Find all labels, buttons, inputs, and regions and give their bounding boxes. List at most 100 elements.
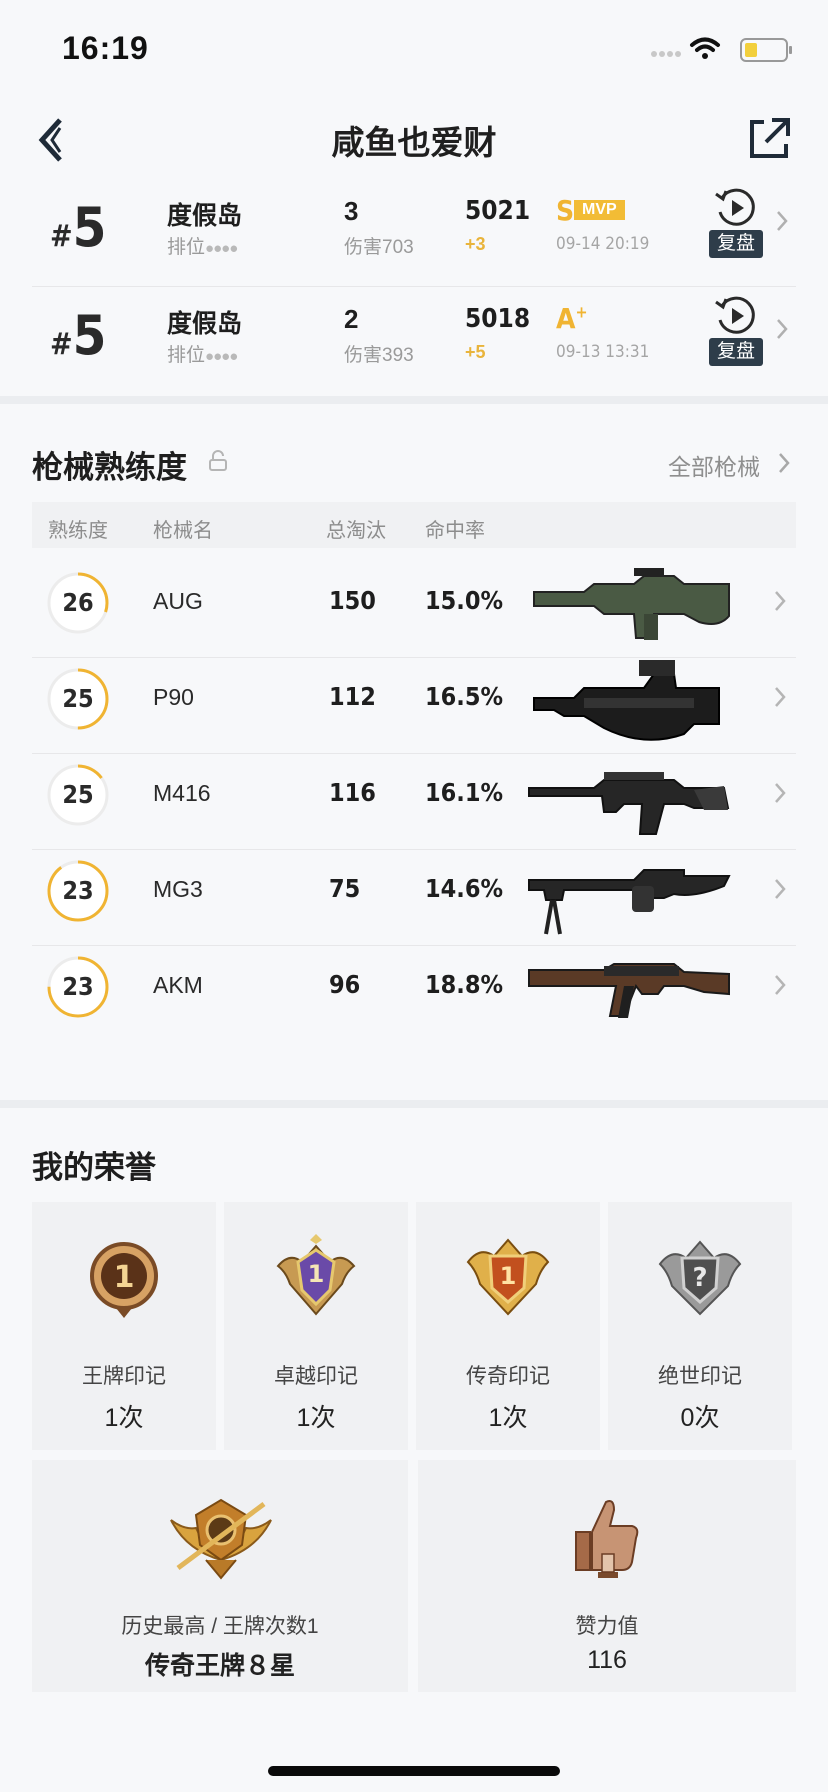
match-row[interactable]: #5 度假岛 排位●●●● 2 伤害393 5018 +5 A+ 09-13 1… [32,284,796,392]
honor-badge-card[interactable]: 1 王牌印记 1次 [32,1202,216,1450]
likes-value: 116 [587,1646,627,1674]
chevron-right-icon[interactable] [772,588,788,614]
weapon-name: P90 [153,684,194,710]
svg-text:1: 1 [114,1260,135,1295]
team-icon: ●●●● [205,240,238,257]
honor-badge-card[interactable]: 1 卓越印记 1次 [224,1202,408,1450]
akm-rifle-icon [528,963,730,1018]
replay-label: 复盘 [709,338,763,366]
match-map: 度假岛 [167,310,243,338]
honor-badge-count: 1次 [296,1404,336,1432]
honor-badge-name: 王牌印记 [82,1365,166,1388]
lock-icon [209,450,227,471]
chevron-right-icon[interactable] [772,780,788,806]
status-icons [651,37,792,62]
weapon-row[interactable]: 25 P90 112 16.5% [32,644,796,754]
proficiency-level: 25 [62,780,94,809]
legendary-ace-emblem-icon [170,1498,272,1580]
replay-button[interactable]: 复盘 [706,184,766,260]
weapon-row[interactable]: 25 M416 116 16.1% [32,740,796,850]
mg3-machine-gun-icon [528,869,731,935]
honor-badge-name: 绝世印记 [658,1365,742,1388]
mvp-badge: MVP [574,200,625,220]
wifi-icon [690,37,720,59]
highest-rank-label: 历史最高 / 王牌次数1 [121,1615,319,1638]
match-mode: 排位●●●● [167,237,238,258]
chevron-right-icon[interactable] [772,972,788,998]
excellence-badge-icon: 1 [276,1234,356,1316]
svg-text:1: 1 [308,1260,325,1288]
weapon-accuracy: 16.5% [425,682,504,711]
row-divider [32,286,796,287]
highest-rank-card[interactable]: 历史最高 / 王牌次数1 传奇王牌８星 [32,1460,408,1692]
weapons-table-header: 熟练度 枪械名 总淘汰 命中率 [32,502,796,548]
weapon-accuracy: 15.0% [425,586,504,615]
honor-badge-count: 1次 [104,1404,144,1432]
weapon-kills: 112 [329,682,376,711]
p90-smg-icon [533,660,720,741]
replay-icon [715,188,755,226]
svg-text:1: 1 [500,1262,517,1290]
page-title: 咸鱼也爱财 [331,124,497,161]
proficiency-level: 23 [62,972,94,1001]
ace-medal-icon: 1 [90,1242,158,1318]
honors-section-title: 我的荣誉 [32,1150,156,1185]
match-kills: 2 [344,304,359,334]
chevron-right-icon[interactable] [772,206,792,236]
honor-badge-card[interactable]: ? 绝世印记 0次 [608,1202,792,1450]
chevron-right-icon[interactable] [776,450,792,476]
weapon-accuracy: 18.8% [425,970,504,999]
legend-badge-icon: 1 [466,1238,550,1316]
battery-icon [740,38,792,62]
likes-label: 赞力值 [575,1615,639,1638]
team-icon: ●●●● [205,348,238,365]
weapon-kills: 116 [329,778,376,807]
weapon-accuracy: 14.6% [425,874,504,903]
chevron-right-icon[interactable] [772,684,788,710]
header-weapon-name: 枪械名 [153,520,213,542]
proficiency-level: 26 [62,588,94,617]
honor-badge-card[interactable]: 1 传奇印记 1次 [416,1202,600,1450]
replay-button[interactable]: 复盘 [706,292,766,368]
match-rank: #5 [50,196,107,259]
header-accuracy: 命中率 [425,520,485,542]
match-row[interactable]: #5 度假岛 排位●●●● 3 伤害703 5021 +3 S MVP 09-1… [32,176,796,284]
match-mode: 排位●●●● [167,345,238,366]
honor-badge-count: 1次 [488,1404,528,1432]
proficiency-level: 23 [62,876,94,905]
chevron-right-icon[interactable] [772,876,788,902]
weapon-name: MG3 [153,876,203,902]
share-icon[interactable] [746,114,794,162]
all-weapons-link[interactable]: 全部枪械 [668,448,760,482]
weapon-kills: 96 [329,970,361,999]
weapon-kills: 150 [329,586,376,615]
match-grade: A+ [556,302,588,335]
home-indicator[interactable] [268,1766,560,1776]
header-proficiency: 熟练度 [48,520,108,542]
weapon-row[interactable]: 26 AUG 150 15.0% [32,548,796,658]
replay-icon [715,296,755,334]
aug-rifle-icon [533,568,730,640]
weapons-section-title: 枪械熟练度 [32,450,187,485]
match-rating: 5018 [465,304,531,334]
weapon-name: AKM [153,972,203,998]
match-damage: 伤害703 [344,237,414,258]
likes-card[interactable]: 赞力值 116 [418,1460,796,1692]
match-damage: 伤害393 [344,345,414,366]
chevron-right-icon[interactable] [772,314,792,344]
section-divider [0,396,828,404]
section-divider [0,1100,828,1108]
m416-rifle-icon [528,772,730,835]
signal-icon [651,51,681,57]
weapon-accuracy: 16.1% [425,778,504,807]
svg-text:?: ? [692,1263,707,1293]
status-time: 16:19 [62,30,149,66]
weapon-row[interactable]: 23 AKM 96 18.8% [32,932,796,1042]
weapon-row[interactable]: 23 MG3 75 14.6% [32,836,796,946]
match-grade: S [556,194,575,227]
match-date: 09-14 20:19 [556,234,650,254]
weapon-name: M416 [153,780,211,806]
match-kills: 3 [344,196,359,226]
match-map: 度假岛 [167,202,243,230]
header-total-kills: 总淘汰 [326,520,386,542]
